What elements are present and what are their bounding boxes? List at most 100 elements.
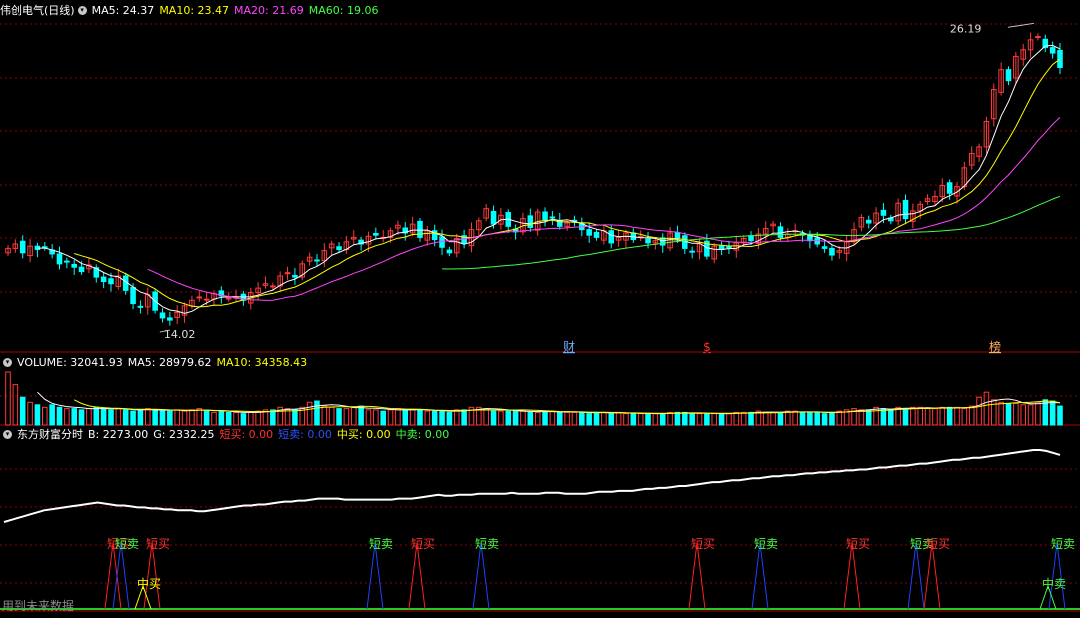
candle <box>277 271 283 292</box>
candle <box>785 228 791 242</box>
signal-triangle <box>688 542 706 610</box>
signal-label: 短卖 <box>475 537 499 551</box>
candle <box>343 235 350 254</box>
candle-body <box>270 285 276 288</box>
candle <box>726 240 732 254</box>
volume-bar <box>424 410 431 426</box>
candle-body <box>196 296 203 299</box>
candle <box>34 242 41 258</box>
volume-bar <box>527 411 534 426</box>
volume-bar <box>365 409 372 426</box>
signal-marker: 中买 <box>134 576 161 610</box>
candle-body <box>373 233 379 236</box>
volume-bar <box>380 410 386 426</box>
candle-body <box>1035 36 1041 39</box>
candle <box>932 190 938 206</box>
volume-bar <box>211 411 217 426</box>
volume-bar <box>939 406 946 426</box>
candle-body <box>446 249 453 254</box>
candle <box>1035 33 1041 41</box>
candle <box>807 230 813 249</box>
volume-bar <box>233 411 239 426</box>
volume-bar <box>218 410 225 426</box>
volume-bar <box>762 411 769 426</box>
volume-bar <box>12 384 19 426</box>
volume-bar <box>549 410 556 426</box>
volume-bar <box>247 411 254 426</box>
stock-chart[interactable]: 26.1914.02财 $ 榜短买短卖 短买中买短卖 短买 短卖 短买 短卖 短买 短卖短买 短卖中… <box>0 0 1080 618</box>
volume-bar <box>196 408 203 426</box>
candle <box>777 222 784 241</box>
volume-bar <box>748 411 754 426</box>
candle <box>865 215 872 229</box>
volume-bar <box>696 413 703 426</box>
volume-bar <box>593 411 600 426</box>
signal-marker: 短卖 <box>366 537 393 610</box>
candle-body <box>608 230 615 244</box>
volume-bar <box>836 410 843 426</box>
candle <box>601 226 607 245</box>
volume-bar <box>64 408 70 426</box>
volume-bar <box>34 404 41 426</box>
candle-body <box>689 250 695 253</box>
volume-bar <box>961 408 968 426</box>
candle <box>93 264 100 283</box>
candle <box>718 241 725 256</box>
ma20-line <box>147 116 1061 301</box>
candle <box>240 290 247 306</box>
volume-bar <box>387 409 394 426</box>
volume-bar <box>615 411 622 426</box>
candle-body <box>880 209 887 216</box>
volume-bar <box>777 411 784 426</box>
candle <box>542 207 548 227</box>
event-marker: 财 <box>563 340 575 354</box>
volume-bar <box>100 408 107 426</box>
volume-bar <box>115 408 122 426</box>
signal-marker: 短买 <box>923 537 950 610</box>
candle <box>122 272 129 295</box>
candle-body <box>108 278 114 285</box>
candle-body <box>71 263 77 268</box>
volume-bar <box>240 413 247 426</box>
signal-triangle <box>472 542 490 610</box>
volume-bar <box>350 406 357 426</box>
candle <box>991 83 997 127</box>
volume-bar <box>637 413 644 426</box>
volume-bar <box>446 411 453 426</box>
signal-marker: 中卖 <box>1039 576 1066 610</box>
candle-body <box>549 216 556 219</box>
volume-bar <box>439 410 445 426</box>
candle <box>902 194 909 225</box>
candle <box>1027 32 1034 58</box>
candle-body <box>417 220 423 238</box>
signal-triangle <box>843 542 861 610</box>
candle <box>696 238 703 260</box>
volume-bar <box>255 410 261 426</box>
candle <box>667 227 673 252</box>
volume-bar <box>667 411 673 426</box>
candle <box>174 305 180 324</box>
volume-bar <box>586 413 592 426</box>
candle-body <box>137 305 144 308</box>
event-marker-label: $ <box>703 340 711 354</box>
candle <box>888 214 894 225</box>
volume-bar <box>108 409 114 426</box>
ma5-line <box>37 44 1061 314</box>
candle-body <box>865 219 872 224</box>
volume-bar <box>453 409 460 426</box>
signal-triangle <box>907 542 925 610</box>
volume-bar <box>321 405 328 426</box>
candle <box>211 290 217 306</box>
volume-bar <box>431 410 438 426</box>
candle <box>328 240 335 256</box>
volume-bar <box>5 371 11 426</box>
candle <box>549 211 556 226</box>
volume-bar <box>932 408 938 426</box>
candle-body <box>56 253 63 265</box>
candle <box>630 228 637 243</box>
volume-bar <box>873 406 879 426</box>
signal-marker: 短买 <box>143 537 170 610</box>
volume-bar <box>1020 404 1026 426</box>
volume-bar <box>167 410 173 426</box>
candle-body <box>130 287 136 305</box>
